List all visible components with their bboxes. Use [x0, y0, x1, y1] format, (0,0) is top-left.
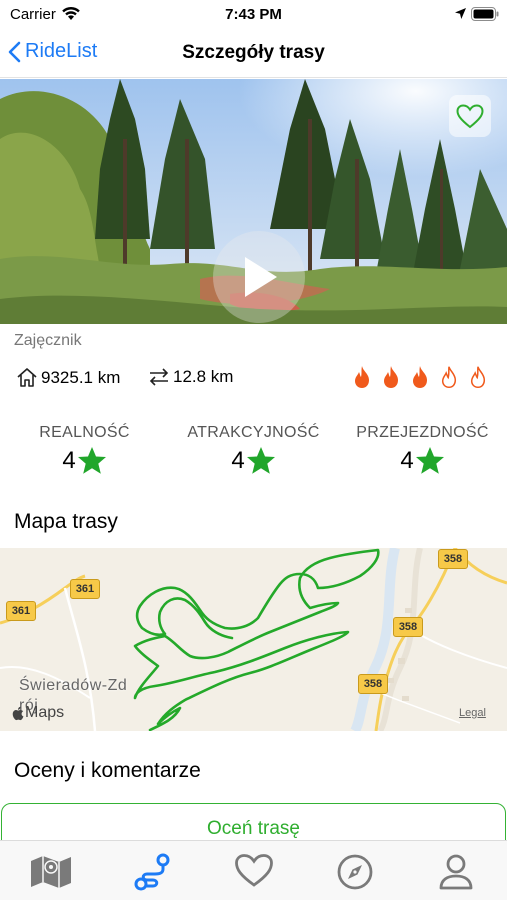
tab-favorites[interactable] — [232, 853, 276, 893]
clock: 7:43 PM — [225, 6, 282, 23]
play-icon — [245, 257, 277, 297]
distance-from-home-value: 9325.1 km — [41, 367, 121, 387]
route-map[interactable]: 361 361 358 358 358 Świeradów-Zdrój Maps… — [0, 548, 507, 731]
flame-outline-icon — [470, 366, 486, 389]
maps-logo-text: Maps — [25, 704, 65, 721]
tab-profile[interactable] — [434, 853, 478, 893]
distance-from-home: 9325.1 km — [16, 367, 120, 388]
rating-label: PRZEJEZDNOŚĆ — [356, 424, 489, 441]
home-icon — [17, 368, 37, 387]
tab-map[interactable] — [29, 853, 73, 893]
star-icon — [77, 447, 106, 474]
comments-section-title: Oceny i komentarze — [14, 759, 201, 782]
flame-filled-icon — [413, 366, 427, 388]
star-icon — [415, 447, 444, 474]
page-title: Szczegóły trasy — [182, 42, 325, 63]
rating-realnosc: REALNOŚĆ 4 — [0, 424, 169, 475]
difficulty-rating — [352, 365, 488, 389]
route-icon — [134, 853, 170, 891]
route-length: 12.8 km — [148, 367, 233, 387]
road-badge: 358 — [358, 674, 388, 694]
route-video-thumbnail[interactable] — [0, 79, 507, 324]
navigation-bar: RideList Szczegóły trasy — [0, 30, 507, 78]
location-arrow-icon — [455, 8, 466, 19]
tab-routes[interactable] — [131, 853, 175, 893]
tab-bar — [0, 840, 507, 900]
route-stats: 9325.1 km 12.8 km — [14, 365, 494, 393]
road-badge: 361 — [6, 601, 36, 621]
compass-icon — [337, 854, 373, 890]
apple-logo-icon — [12, 706, 24, 720]
profile-icon — [439, 854, 473, 890]
rating-number: 4 — [400, 446, 414, 474]
map-section-title: Mapa trasy — [14, 510, 118, 533]
rating-atrakcyjnosc: ATRAKCYJNOŚĆ 4 — [169, 424, 338, 475]
rating-value: 4 — [338, 446, 507, 475]
rating-label: ATRAKCYJNOŚĆ — [187, 424, 320, 441]
play-button[interactable] — [213, 231, 305, 323]
rating-label: REALNOŚĆ — [39, 424, 130, 441]
road-badge: 361 — [70, 579, 100, 599]
road-badge: 358 — [393, 617, 423, 637]
flame-filled-icon — [355, 366, 369, 388]
heart-outline-icon — [456, 103, 484, 128]
arrows-exchange-icon — [149, 368, 169, 386]
rating-number: 4 — [62, 446, 76, 474]
map-icon — [31, 856, 71, 888]
rating-value: 4 — [169, 446, 338, 475]
route-name: Zajęcznik — [14, 332, 82, 349]
rating-przejezdnosc: PRZEJEZDNOŚĆ 4 — [338, 424, 507, 475]
heart-icon — [235, 854, 273, 887]
favorite-button[interactable] — [449, 95, 491, 137]
rating-number: 4 — [231, 446, 245, 474]
apple-maps-logo: Maps — [12, 704, 64, 722]
battery-icon — [471, 7, 499, 21]
flame-filled-icon — [384, 366, 398, 388]
star-icon — [246, 447, 275, 474]
legal-link[interactable]: Legal — [459, 707, 486, 719]
ratings-summary: REALNOŚĆ 4 ATRAKCYJNOŚĆ 4 PRZEJEZDNOŚĆ 4 — [0, 424, 507, 486]
route-length-value: 12.8 km — [173, 367, 234, 386]
tab-explore[interactable] — [333, 853, 377, 893]
flame-outline-icon — [441, 366, 457, 389]
rating-value: 4 — [0, 446, 169, 475]
road-badge: 358 — [438, 549, 468, 569]
status-bar: Carrier 7:43 PM — [0, 0, 507, 30]
